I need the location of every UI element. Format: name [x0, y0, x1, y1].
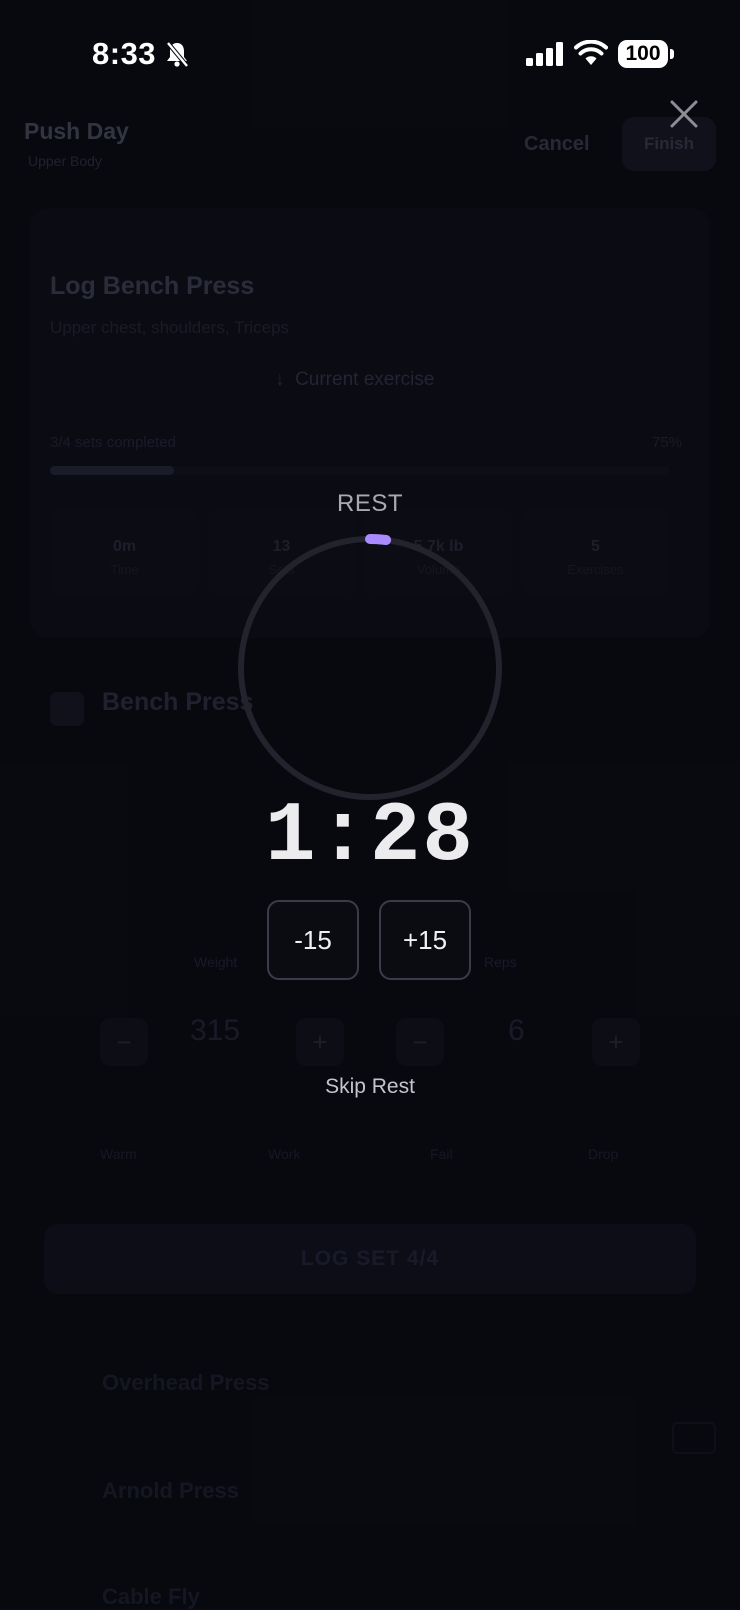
rest-progress-ring — [236, 534, 504, 802]
wifi-icon — [574, 40, 608, 65]
ring-track — [238, 536, 502, 800]
rest-timer: 1:28 — [265, 790, 475, 885]
minus-15-button[interactable]: -15 — [267, 900, 359, 980]
bell-muted-icon — [166, 41, 189, 68]
plus-15-button[interactable]: +15 — [379, 900, 471, 980]
battery-nub — [670, 49, 674, 59]
cellular-signal-icon — [526, 42, 563, 66]
close-icon[interactable] — [666, 96, 702, 132]
skip-rest-button[interactable]: Skip Rest — [270, 1074, 470, 1100]
rest-label: REST — [336, 490, 403, 517]
battery-indicator: 100 — [618, 40, 668, 68]
status-time: 8:33 — [92, 36, 157, 71]
